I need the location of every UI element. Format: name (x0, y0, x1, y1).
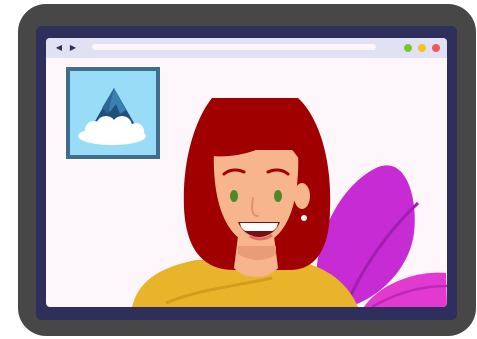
window-dot-yellow[interactable] (418, 44, 426, 52)
address-bar[interactable] (92, 44, 376, 50)
left-eye (230, 190, 238, 202)
video-call-illustration: ◀ ▶ (0, 0, 477, 339)
right-eye (274, 190, 282, 202)
forward-arrow-icon[interactable]: ▶ (68, 43, 78, 53)
video-feed-scene (66, 67, 447, 307)
back-arrow-icon[interactable]: ◀ (54, 43, 64, 53)
tablet-device-frame: ◀ ▶ (18, 4, 476, 336)
browser-window: ◀ ▶ (46, 38, 447, 307)
person-ear (294, 183, 310, 209)
window-dot-red[interactable] (432, 44, 440, 52)
window-dot-green[interactable] (404, 44, 412, 52)
earring (301, 215, 307, 221)
wall-picture (66, 67, 160, 159)
browser-toolbar: ◀ ▶ (46, 38, 447, 58)
tablet-screen: ◀ ▶ (36, 26, 457, 320)
